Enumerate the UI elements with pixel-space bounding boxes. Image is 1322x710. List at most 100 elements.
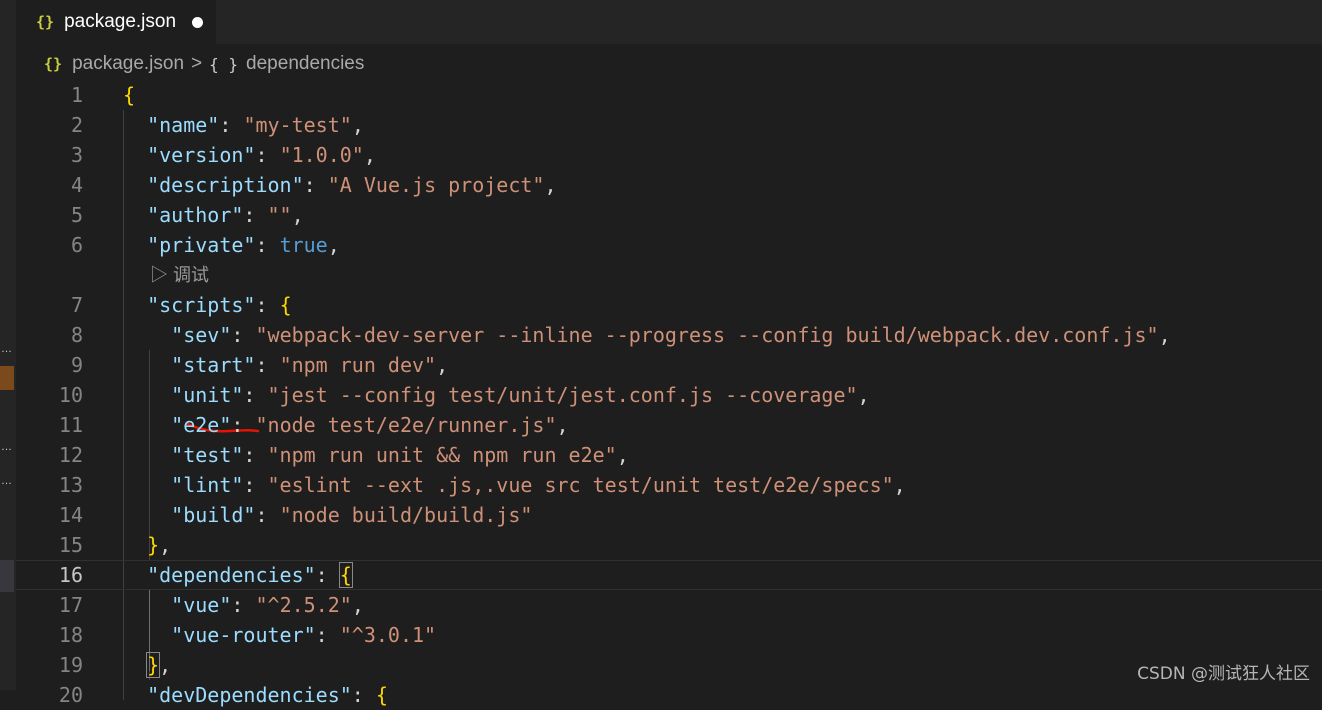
code-text: { <box>123 80 135 110</box>
code-token: "^3.0.1" <box>339 623 437 647</box>
code-token: : <box>255 143 280 167</box>
code-line[interactable]: 5 "author": "", <box>16 200 1322 230</box>
code-token: , <box>1158 323 1171 347</box>
json-braces-icon: {} <box>36 13 55 31</box>
unsaved-dot-icon[interactable] <box>192 16 204 28</box>
more-dots-icon[interactable]: … <box>1 476 12 487</box>
line-number: 15 <box>58 533 83 557</box>
code-token: "" <box>267 203 292 227</box>
code-token: { <box>123 83 136 107</box>
code-line[interactable]: 1{ <box>16 80 1322 110</box>
code-text: "vue": "^2.5.2", <box>123 590 364 620</box>
code-token: "my-test" <box>243 113 352 137</box>
line-number: 11 <box>58 413 83 437</box>
code-token: : <box>315 623 340 647</box>
code-line[interactable]: 4 "description": "A Vue.js project", <box>16 170 1322 200</box>
code-token: "description" <box>147 173 304 197</box>
code-token: , <box>159 653 172 677</box>
code-token: : <box>243 473 268 497</box>
code-editor[interactable]: ▷ 调试 1{2 "name": "my-test", 3 "version": … <box>16 80 1322 707</box>
code-token: , <box>556 413 569 437</box>
code-token: : <box>351 683 376 707</box>
code-text: "scripts": { <box>123 290 292 320</box>
code-line[interactable]: 11 "e2e": "node test/e2e/runner.js", <box>16 410 1322 440</box>
code-line[interactable]: 14 "build": "node build/build.js" <box>16 500 1322 530</box>
code-line[interactable]: 10 "unit": "jest --config test/unit/jest… <box>16 380 1322 410</box>
code-line[interactable]: 3 "version": "1.0.0", <box>16 140 1322 170</box>
code-token: : <box>255 233 280 257</box>
code-token: } <box>146 652 161 678</box>
code-text: "test": "npm run unit && npm run e2e", <box>123 440 629 470</box>
code-token: "lint" <box>171 473 244 497</box>
code-token: "name" <box>147 113 220 137</box>
code-text: "build": "node build/build.js" <box>123 500 532 530</box>
code-line[interactable]: 15 }, <box>16 530 1322 560</box>
code-line[interactable]: 8 "sev": "webpack-dev-server --inline --… <box>16 320 1322 350</box>
code-line[interactable]: 17 "vue": "^2.5.2", <box>16 590 1322 620</box>
breadcrumb-file[interactable]: package.json <box>72 53 184 75</box>
code-text: "start": "npm run dev", <box>123 350 448 380</box>
code-token: "node build/build.js" <box>279 503 533 527</box>
code-line[interactable]: 9 "start": "npm run dev", <box>16 350 1322 380</box>
code-text: "description": "A Vue.js project", <box>123 170 556 200</box>
code-line[interactable]: 13 "lint": "eslint --ext .js,.vue src te… <box>16 470 1322 500</box>
code-line[interactable]: 20 "devDependencies": { <box>16 680 1322 710</box>
code-token: : <box>231 593 256 617</box>
activity-bar-strip: … … … <box>0 0 16 690</box>
code-line[interactable]: 6 "private": true, <box>16 230 1322 260</box>
line-number: 3 <box>70 143 83 167</box>
code-token: : <box>255 293 280 317</box>
code-line[interactable]: 12 "test": "npm run unit && npm run e2e"… <box>16 440 1322 470</box>
code-token: "npm run dev" <box>279 353 437 377</box>
code-token: , <box>351 113 364 137</box>
codelens-debug[interactable]: ▷ 调试 <box>150 260 209 290</box>
breadcrumb: {} package.json > { } dependencies <box>16 44 1322 84</box>
code-token: : <box>231 323 256 347</box>
code-text: "devDependencies": { <box>123 680 388 710</box>
code-token: "webpack-dev-server --inline --progress … <box>255 323 1159 347</box>
code-line[interactable]: 19 }, <box>16 650 1322 680</box>
chevron-right-icon: > <box>191 53 203 74</box>
code-token: "e2e" <box>171 413 232 437</box>
line-number: 4 <box>70 173 83 197</box>
line-number: 10 <box>58 383 83 407</box>
code-line[interactable]: 2 "name": "my-test", <box>16 110 1322 140</box>
code-token: "node test/e2e/runner.js" <box>255 413 557 437</box>
code-token: , <box>857 383 870 407</box>
code-token: , <box>159 533 172 557</box>
code-text: }, <box>123 650 171 680</box>
code-token: "author" <box>147 203 244 227</box>
code-text: "dependencies": { <box>123 561 353 589</box>
tab-bar: {} package.json <box>16 0 1322 44</box>
code-token: "1.0.0" <box>279 143 364 167</box>
line-number: 6 <box>70 233 83 257</box>
code-token: "A Vue.js project" <box>327 173 545 197</box>
line-number: 9 <box>70 353 83 377</box>
code-line[interactable]: 7 "scripts": { <box>16 290 1322 320</box>
more-dots-icon[interactable]: … <box>1 442 12 453</box>
code-token: "^2.5.2" <box>255 593 352 617</box>
code-token: { <box>338 562 353 588</box>
code-line[interactable]: 16 "dependencies": { <box>16 560 1322 590</box>
breadcrumb-symbol[interactable]: dependencies <box>246 53 364 75</box>
line-number: 7 <box>70 293 83 317</box>
line-number: 5 <box>70 203 83 227</box>
line-number: 20 <box>58 683 83 707</box>
code-token: : <box>243 383 268 407</box>
line-number: 14 <box>58 503 83 527</box>
more-dots-icon[interactable]: … <box>1 344 12 355</box>
code-token: "test" <box>171 443 244 467</box>
code-line[interactable]: 18 "vue-router": "^3.0.1" <box>16 620 1322 650</box>
tab-package-json[interactable]: {} package.json <box>16 0 216 44</box>
